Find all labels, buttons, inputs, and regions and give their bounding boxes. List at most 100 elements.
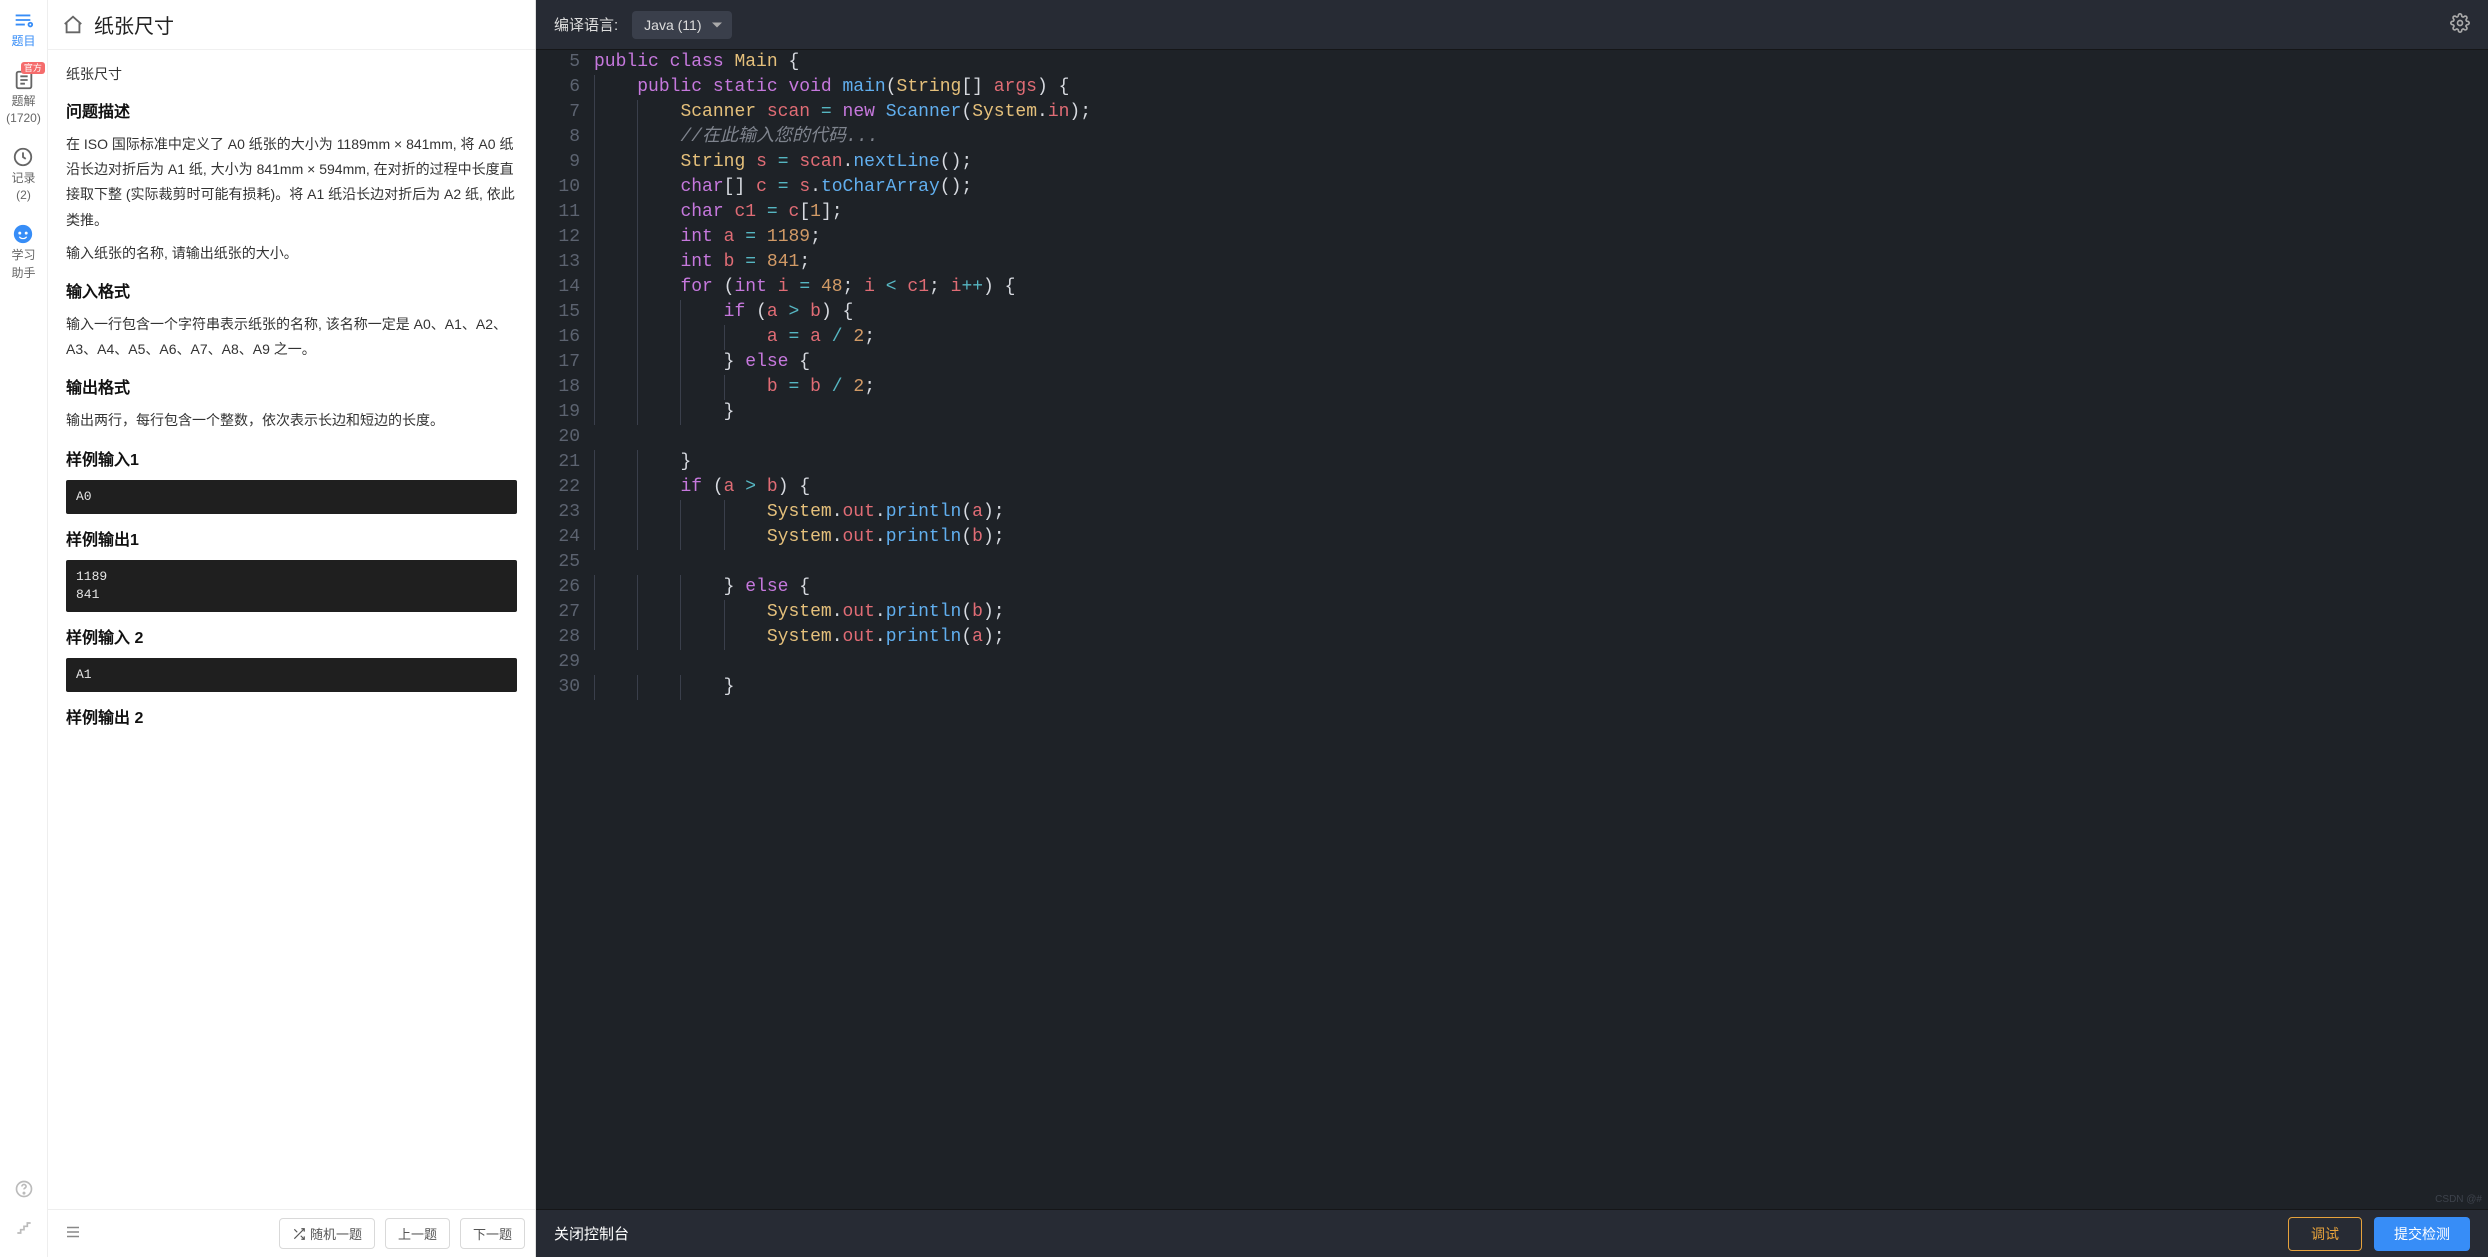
stairs-icon[interactable] — [14, 1218, 34, 1241]
line-number: 14 — [536, 275, 594, 300]
code-content: char c1 = c[1]; — [594, 200, 2488, 225]
code-content: b = b / 2; — [594, 375, 2488, 400]
problem-panel: 纸张尺寸 纸张尺寸 问题描述 在 ISO 国际标准中定义了 A0 纸张的大小为 … — [48, 0, 536, 1257]
heading-sample-out2: 样例输出 2 — [66, 704, 517, 728]
line-number: 29 — [536, 650, 594, 675]
code-content: for (int i = 48; i < c1; i++) { — [594, 275, 2488, 300]
heading-output: 输出格式 — [66, 374, 517, 398]
history-icon — [11, 145, 35, 169]
code-line: 27 System.out.println(b); — [536, 600, 2488, 625]
code-line: 30 } — [536, 675, 2488, 700]
problem-title-bar: 纸张尺寸 — [48, 0, 535, 50]
heading-sample-in2: 样例输入 2 — [66, 624, 517, 648]
line-number: 5 — [536, 50, 594, 75]
shuffle-icon — [292, 1227, 306, 1241]
line-number: 27 — [536, 600, 594, 625]
rail-label: 题目 — [11, 34, 35, 50]
prev-button[interactable]: 上一题 — [385, 1218, 450, 1249]
code-content: System.out.println(a); — [594, 625, 2488, 650]
language-selected: Java (11) — [644, 17, 701, 33]
line-number: 23 — [536, 500, 594, 525]
heading-description: 问题描述 — [66, 98, 517, 122]
line-number: 20 — [536, 425, 594, 450]
code-content: } else { — [594, 575, 2488, 600]
rail-item-solution[interactable]: 官方 题解 (1720) — [6, 68, 41, 127]
code-content: int a = 1189; — [594, 225, 2488, 250]
code-content: //在此输入您的代码... — [594, 125, 2488, 150]
console-toggle[interactable]: 关闭控制台 — [554, 1223, 629, 1244]
code-line: 28 System.out.println(a); — [536, 625, 2488, 650]
code-line: 14 for (int i = 48; i < c1; i++) { — [536, 275, 2488, 300]
code-line: 8 //在此输入您的代码... — [536, 125, 2488, 150]
line-number: 22 — [536, 475, 594, 500]
output-p: 输出两行，每行包含一个整数，依次表示长边和短边的长度。 — [66, 408, 517, 433]
line-number: 25 — [536, 550, 594, 575]
line-number: 13 — [536, 250, 594, 275]
code-line: 6 public static void main(String[] args)… — [536, 75, 2488, 100]
code-content: } else { — [594, 350, 2488, 375]
code-content: System.out.println(a); — [594, 500, 2488, 525]
code-line: 11 char c1 = c[1]; — [536, 200, 2488, 225]
lang-label: 编译语言: — [554, 14, 618, 35]
code-line: 9 String s = scan.nextLine(); — [536, 150, 2488, 175]
code-editor[interactable]: 5public class Main {6 public static void… — [536, 50, 2488, 1209]
random-label: 随机一题 — [310, 1224, 362, 1243]
next-button[interactable]: 下一题 — [460, 1218, 525, 1249]
line-number: 11 — [536, 200, 594, 225]
code-content: Scanner scan = new Scanner(System.in); — [594, 100, 2488, 125]
rail-count: (1720) — [6, 111, 41, 127]
line-number: 28 — [536, 625, 594, 650]
code-line: 19 } — [536, 400, 2488, 425]
debug-label: 调试 — [2311, 1226, 2339, 1242]
debug-button[interactable]: 调试 — [2288, 1217, 2362, 1251]
sample-output-1: 1189 841 — [66, 560, 517, 612]
code-content: a = a / 2; — [594, 325, 2488, 350]
left-rail: 题目 官方 题解 (1720) 记录 (2) 学习 助手 — [0, 0, 48, 1257]
next-label: 下一题 — [473, 1224, 512, 1243]
problem-body[interactable]: 纸张尺寸 问题描述 在 ISO 国际标准中定义了 A0 纸张的大小为 1189m… — [48, 50, 535, 1209]
submit-label: 提交检测 — [2394, 1226, 2450, 1242]
line-number: 10 — [536, 175, 594, 200]
code-line: 5public class Main { — [536, 50, 2488, 75]
code-content — [594, 425, 2488, 450]
rail-label: 题解 — [11, 94, 35, 110]
code-line: 15 if (a > b) { — [536, 300, 2488, 325]
editor-footer: 关闭控制台 调试 提交检测 — [536, 1209, 2488, 1257]
page-title: 纸张尺寸 — [94, 10, 174, 39]
code-content: public class Main { — [594, 50, 2488, 75]
line-number: 15 — [536, 300, 594, 325]
rail-item-problem[interactable]: 题目 — [11, 8, 35, 50]
code-content: } — [594, 400, 2488, 425]
rail-item-assistant[interactable]: 学习 助手 — [11, 222, 35, 281]
problem-subtitle: 纸张尺寸 — [66, 64, 517, 84]
code-content: if (a > b) { — [594, 475, 2488, 500]
code-line: 21 } — [536, 450, 2488, 475]
home-icon[interactable] — [62, 14, 84, 36]
submit-button[interactable]: 提交检测 — [2374, 1217, 2470, 1251]
line-number: 16 — [536, 325, 594, 350]
help-icon[interactable] — [14, 1179, 34, 1202]
code-content: String s = scan.nextLine(); — [594, 150, 2488, 175]
language-select[interactable]: Java (11) — [632, 11, 731, 39]
gear-icon[interactable] — [2450, 13, 2470, 37]
code-line: 22 if (a > b) { — [536, 475, 2488, 500]
list-icon[interactable] — [58, 1217, 88, 1250]
official-badge: 官方 — [21, 62, 45, 74]
line-number: 8 — [536, 125, 594, 150]
line-number: 18 — [536, 375, 594, 400]
heading-sample-out1: 样例输出1 — [66, 526, 517, 550]
code-content: } — [594, 675, 2488, 700]
code-line: 24 System.out.println(b); — [536, 525, 2488, 550]
rail-label2: 助手 — [11, 266, 35, 282]
rail-item-history[interactable]: 记录 (2) — [11, 145, 35, 204]
editor-header: 编译语言: Java (11) — [536, 0, 2488, 50]
random-button[interactable]: 随机一题 — [279, 1218, 375, 1249]
code-line: 26 } else { — [536, 575, 2488, 600]
description-p2: 输入纸张的名称, 请输出纸张的大小。 — [66, 241, 517, 266]
code-content: char[] c = s.toCharArray(); — [594, 175, 2488, 200]
line-number: 24 — [536, 525, 594, 550]
line-number: 7 — [536, 100, 594, 125]
code-line: 17 } else { — [536, 350, 2488, 375]
rail-label: 记录 — [11, 171, 35, 187]
code-content: public static void main(String[] args) { — [594, 75, 2488, 100]
